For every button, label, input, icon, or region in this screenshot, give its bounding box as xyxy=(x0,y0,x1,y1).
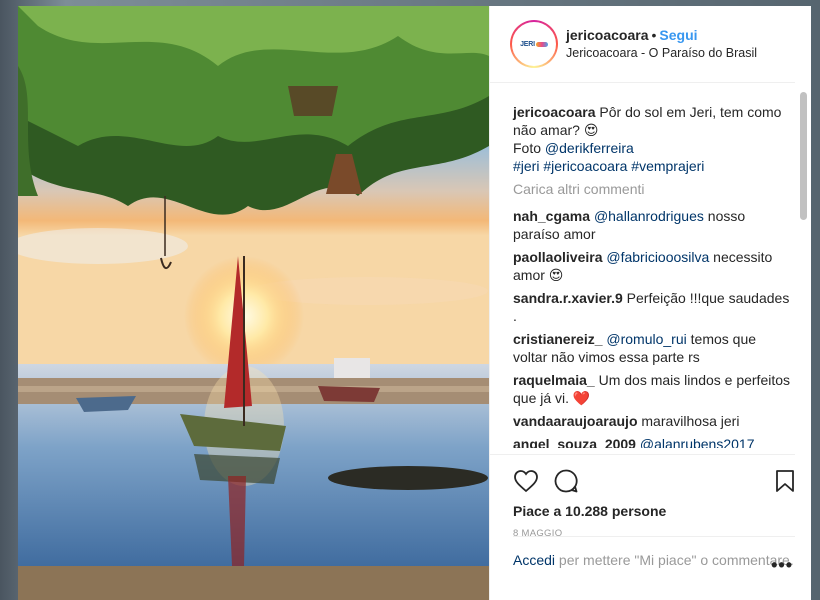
post-header: JERI jericoacoara • Segui Jericoacoara - O… xyxy=(490,6,795,83)
comment-username[interactable]: raquelmaia_ xyxy=(513,372,595,388)
comment-username[interactable]: sandra.r.xavier.9 xyxy=(513,290,623,306)
comment-mention[interactable]: @hallanrodrigues xyxy=(594,208,704,224)
likes-count[interactable]: Piace a 10.288 persone xyxy=(513,503,795,519)
avatar-logo-mark xyxy=(535,41,548,47)
comment-item: vandaaraujoaraujo maravilhosa jeri xyxy=(513,412,793,430)
header-text: jericoacoara • Segui Jericoacoara - O Para… xyxy=(566,26,757,62)
caption-username[interactable]: jericoacoara xyxy=(513,104,596,120)
comment-mention[interactable]: @fabriciooosilva xyxy=(606,249,709,265)
comment-mention[interactable]: @alanrubens2017 xyxy=(640,436,755,448)
location-link[interactable]: Jericoacoara - O Paraíso do Brasil xyxy=(566,45,757,62)
comment-username[interactable]: nah_cgama xyxy=(513,208,590,224)
avatar[interactable]: JERI xyxy=(510,20,558,68)
comment-username[interactable]: vandaaraujoaraujo xyxy=(513,413,638,429)
comments-list[interactable]: jericoacoara Pôr do sol em Jeri, tem com… xyxy=(490,92,811,448)
avatar-logo: JERI xyxy=(520,41,548,48)
more-options-icon[interactable]: ••• xyxy=(771,555,793,576)
header-username[interactable]: jericoacoara xyxy=(566,27,649,43)
comment-icon[interactable] xyxy=(553,468,579,494)
login-prompt-text: per mettere "Mi piace" o commentare. xyxy=(555,552,794,568)
comment-username[interactable]: paollaoliveira xyxy=(513,249,602,265)
comment-username[interactable]: cristianereiz_ xyxy=(513,331,603,347)
bookmark-icon[interactable] xyxy=(775,469,795,493)
comment-item: nah_cgama @hallanrodrigues nosso paraíso… xyxy=(513,207,793,243)
comment-text: maravilhosa jeri xyxy=(641,413,740,429)
post-sidebar: JERI jericoacoara • Segui Jericoacoara - O… xyxy=(489,6,811,600)
avatar-image: JERI xyxy=(512,22,556,66)
post-photo xyxy=(18,6,489,600)
comment-item: paollaoliveira @fabriciooosilva necessit… xyxy=(513,248,793,284)
caption-hashtags[interactable]: #jeri #jericoacoara #vemprajeri xyxy=(513,158,704,174)
comments-scrollbar[interactable] xyxy=(800,92,807,220)
action-icons xyxy=(513,463,795,499)
comment-item: angel_souza_2009 @alanrubens2017 xyxy=(513,435,793,448)
comment-username[interactable]: angel_souza_2009 xyxy=(513,436,636,448)
comment-item: cristianereiz_ @romulo_rui temos que vol… xyxy=(513,330,793,366)
comment-mention[interactable]: @romulo_rui xyxy=(606,331,686,347)
post-actions: Piace a 10.288 persone 8 MAGGIO xyxy=(490,454,795,539)
post-caption: jericoacoara Pôr do sol em Jeri, tem com… xyxy=(513,103,793,175)
avatar-logo-text: JERI xyxy=(520,40,535,48)
comment-item: raquelmaia_ Um dos mais lindos e perfeit… xyxy=(513,371,793,407)
login-prompt: Accedi per mettere "Mi piace" o commenta… xyxy=(513,536,795,569)
comment-item: sandra.r.xavier.9 Perfeição !!!que sauda… xyxy=(513,289,793,325)
post-modal: JERI jericoacoara • Segui Jericoacoara - O… xyxy=(18,6,811,600)
caption-photo-prefix: Foto xyxy=(513,140,545,156)
follow-button[interactable]: Segui xyxy=(659,27,697,43)
sunset-beach-photo xyxy=(18,6,489,600)
header-separator: • xyxy=(651,27,657,44)
heart-icon[interactable] xyxy=(513,469,539,493)
caption-photo-mention[interactable]: @derikferreira xyxy=(545,140,634,156)
load-more-comments-button[interactable]: Carica altri commenti xyxy=(513,181,793,197)
login-link[interactable]: Accedi xyxy=(513,552,555,568)
header-line: jericoacoara • Segui xyxy=(566,26,757,45)
